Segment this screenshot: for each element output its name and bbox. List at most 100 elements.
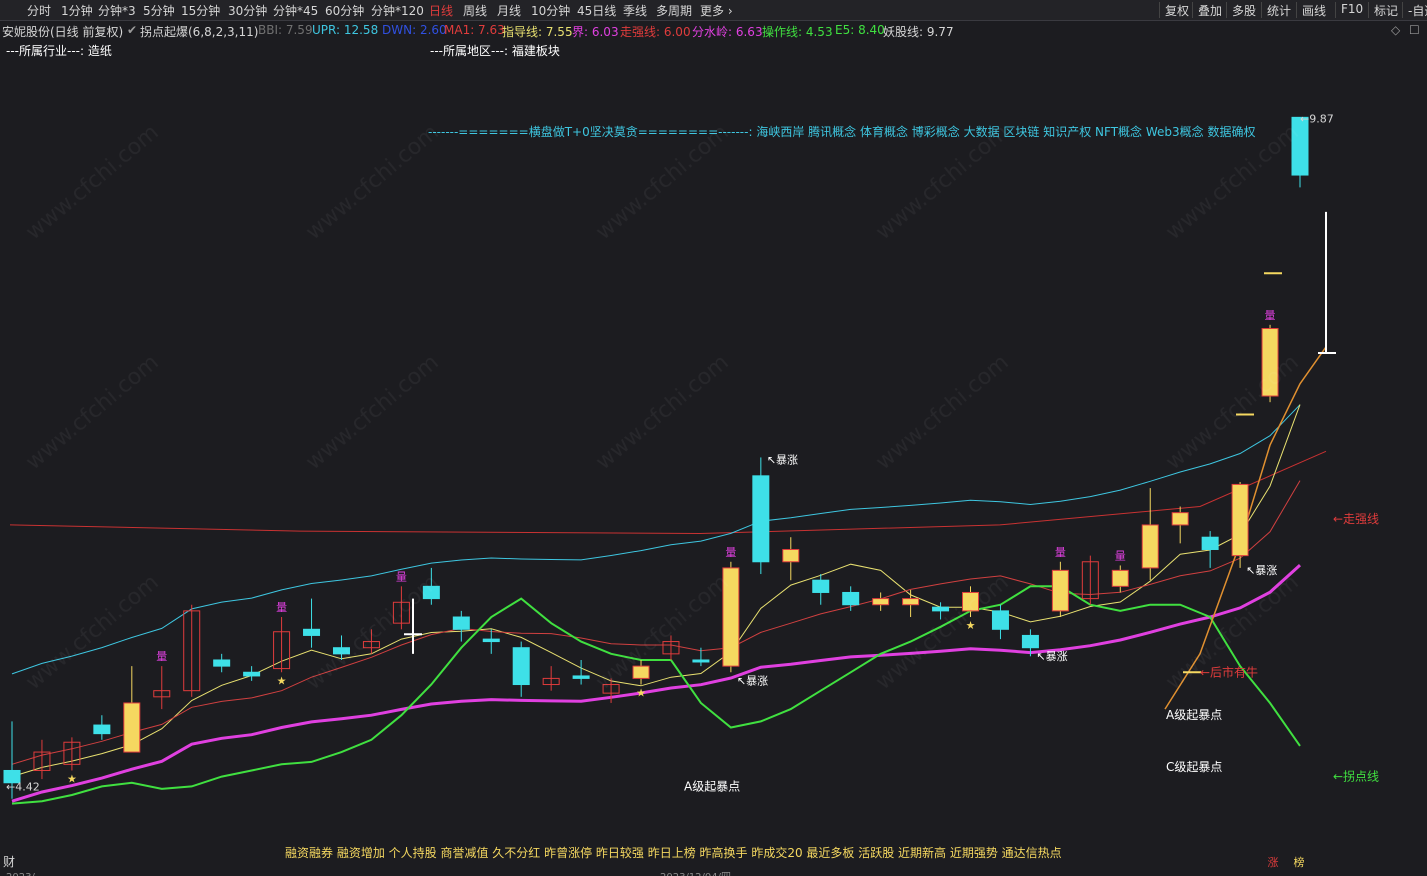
candle-body (692, 659, 710, 663)
period-13[interactable]: 45日线 (577, 2, 616, 19)
operate-line (11, 585, 1301, 805)
baozhang-marker: ↖暴涨 (1246, 564, 1277, 577)
period-15[interactable]: 多周期 (656, 2, 692, 19)
candle-body (452, 616, 470, 630)
candle-body (482, 638, 500, 643)
tool-5[interactable]: F10 (1341, 2, 1363, 16)
candle-body (93, 724, 111, 735)
tool-3[interactable]: 统计 (1267, 2, 1291, 19)
indicator-value-7: 分水岭: 6.63 (692, 25, 763, 39)
a-level-label-2: A级起暴点 (684, 779, 740, 793)
indicator-value-0: BBI: 7.59 (258, 23, 313, 37)
guaidian-label: ←拐点线 (1333, 769, 1379, 784)
candle-body (812, 579, 830, 593)
period-11[interactable]: 月线 (497, 2, 521, 19)
candle-body (1111, 569, 1129, 587)
candle-body (243, 671, 261, 677)
candle-body (752, 475, 770, 563)
baozhang-marker: ↖暴涨 (1036, 650, 1067, 663)
volume-marker: 量 (156, 650, 167, 663)
period-16[interactable]: 更多 › (700, 2, 733, 19)
indicator-value-3: MA1: 7.63 (444, 23, 505, 37)
candle-body (123, 702, 141, 753)
bang-box: 榜 (1294, 855, 1305, 869)
zouqiang-label: ←走强线 (1333, 512, 1379, 526)
volume-marker: 量 (725, 546, 736, 559)
baozhang-marker: ↖暴涨 (737, 675, 768, 688)
toolbar-separator (1368, 2, 1369, 18)
toolbar-separator (1296, 2, 1297, 18)
candle-body (1201, 536, 1219, 550)
period-12[interactable]: 10分钟 (531, 2, 570, 19)
star-marker: ★ (636, 687, 646, 700)
guide-line (11, 404, 1301, 778)
magenta-line (11, 563, 1302, 803)
kline-chart[interactable]: 量量量量量量量★★★★↖暴涨↖暴涨↖暴涨↖暴涨←9.87←4.42←后市有牛←走… (0, 40, 1427, 876)
toolbar-separator (1192, 2, 1193, 18)
candle-body (782, 548, 800, 563)
volume-marker: 量 (396, 570, 407, 583)
period-9[interactable]: 日线 (429, 2, 453, 19)
indicator-name[interactable]: 拐点起爆(6,8,2,3,11) (140, 23, 258, 40)
candle-body (1141, 524, 1159, 569)
c-level-label: C级起暴点 (1166, 760, 1222, 774)
indicator-check-icon[interactable]: ✔ (127, 23, 137, 37)
toolbar-separator (1261, 2, 1262, 18)
tool-1[interactable]: 叠加 (1198, 2, 1222, 19)
candle-body (991, 610, 1009, 630)
tool-2[interactable]: 多股 (1232, 2, 1256, 19)
indicator-value-8: 操作线: 4.53 (762, 25, 833, 39)
price-high-label: ←9.87 (1300, 112, 1334, 125)
indicator-info-row: 安妮股份(日线 前复权) ✔ 拐点起爆(6,8,2,3,11) BBI: 7.59 UP… (0, 21, 1427, 39)
price-low-label: ←4.42 (6, 780, 40, 793)
candle-body (572, 675, 590, 679)
toolbar-separator (1335, 2, 1336, 18)
period-3[interactable]: 5分钟 (143, 2, 175, 19)
baozhang-marker: ↖暴涨 (767, 454, 798, 467)
candle-body (303, 628, 321, 636)
volume-marker: 量 (276, 601, 287, 614)
diamond-icon[interactable]: ◇ (1391, 23, 1400, 37)
period-6[interactable]: 分钟*45 (273, 2, 318, 19)
cai-label: 财 (3, 855, 15, 869)
volume-marker: 量 (1265, 309, 1276, 322)
window-icon[interactable]: ☐ (1409, 23, 1420, 37)
indicator-value-4: 指导线: 7.55 (502, 25, 573, 39)
period-5[interactable]: 30分钟 (228, 2, 267, 19)
candle-body (932, 606, 950, 612)
tool-7[interactable]: -自选 (1408, 2, 1427, 19)
period-2[interactable]: 分钟*3 (98, 2, 136, 19)
tool-6[interactable]: 标记 (1374, 2, 1398, 19)
indicator-value-10: 妖股线: 9.77 (883, 25, 954, 39)
indicator-value-6: 走强线: 6.00 (620, 25, 691, 39)
period-14[interactable]: 季线 (623, 2, 647, 19)
toolbar-separator (1402, 2, 1403, 18)
period-8[interactable]: 分钟*120 (371, 2, 424, 19)
indicator-value-1: UPR: 12.58 (312, 23, 379, 37)
candle-body (213, 659, 231, 667)
candle-body (842, 591, 860, 606)
period-7[interactable]: 60分钟 (325, 2, 364, 19)
tool-4[interactable]: 画线 (1302, 2, 1326, 19)
candle-body (1051, 569, 1069, 612)
toolbar-separator (1159, 2, 1160, 18)
candle-body (872, 598, 890, 606)
volume-marker: 量 (1115, 549, 1126, 562)
period-4[interactable]: 15分钟 (181, 2, 220, 19)
period-toolbar: 分时 1分钟 分钟*3 5分钟 15分钟 30分钟 分钟*45 60分钟 分钟*120 日线 周线月… (0, 0, 1427, 21)
candle-body (1231, 483, 1249, 557)
a-level-label: A级起暴点 (1166, 708, 1222, 722)
tool-0[interactable]: 复权 (1165, 2, 1189, 19)
star-marker: ★ (277, 674, 287, 687)
star-marker: ★ (67, 772, 77, 785)
period-0[interactable]: 分时 (27, 2, 51, 19)
period-10[interactable]: 周线 (463, 2, 487, 19)
toolbar-separator (1226, 2, 1227, 18)
period-1[interactable]: 1分钟 (61, 2, 93, 19)
volume-marker: 量 (1055, 546, 1066, 559)
indicator-value-9: E5: 8.40 (835, 23, 885, 37)
date-mid: 2023/12/04/四 (660, 872, 731, 876)
candle-body (902, 598, 920, 606)
ma1-line (9, 450, 1327, 535)
candle-body (512, 647, 530, 686)
